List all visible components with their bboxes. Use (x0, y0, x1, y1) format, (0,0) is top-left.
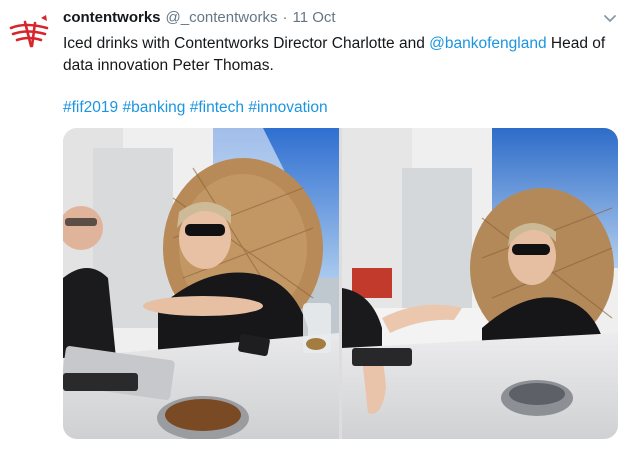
photo-1[interactable] (63, 128, 339, 439)
author-name[interactable]: contentworks (63, 9, 161, 26)
hashtags: #fif2019 #banking #fintech #innovation (63, 97, 328, 119)
hashtag-link[interactable]: #fintech (190, 99, 244, 116)
chevron-down-icon[interactable] (602, 10, 618, 26)
tweet-media (63, 128, 618, 439)
tweet-header: contentworks @_contentworks · 11 Oct (63, 9, 336, 29)
author-handle[interactable]: @_contentworks (166, 9, 278, 26)
tweet-text-part1: Iced drinks with Contentworks Director C… (63, 35, 430, 52)
hashtag-link[interactable]: #innovation (248, 99, 327, 116)
separator: · (282, 9, 288, 26)
hashtag-link[interactable]: #banking (122, 99, 185, 116)
tweet[interactable]: contentworks @_contentworks · 11 Oct Ice… (0, 0, 630, 455)
hashtag-link[interactable]: #fif2019 (63, 99, 118, 116)
mention-link[interactable]: @bankofengland (429, 35, 546, 52)
photo-2[interactable] (342, 128, 618, 439)
tweet-text: Iced drinks with Contentworks Director C… (63, 33, 618, 77)
timestamp[interactable]: 11 Oct (292, 9, 335, 26)
contentworks-logo-icon (9, 15, 49, 48)
avatar[interactable] (5, 6, 55, 56)
